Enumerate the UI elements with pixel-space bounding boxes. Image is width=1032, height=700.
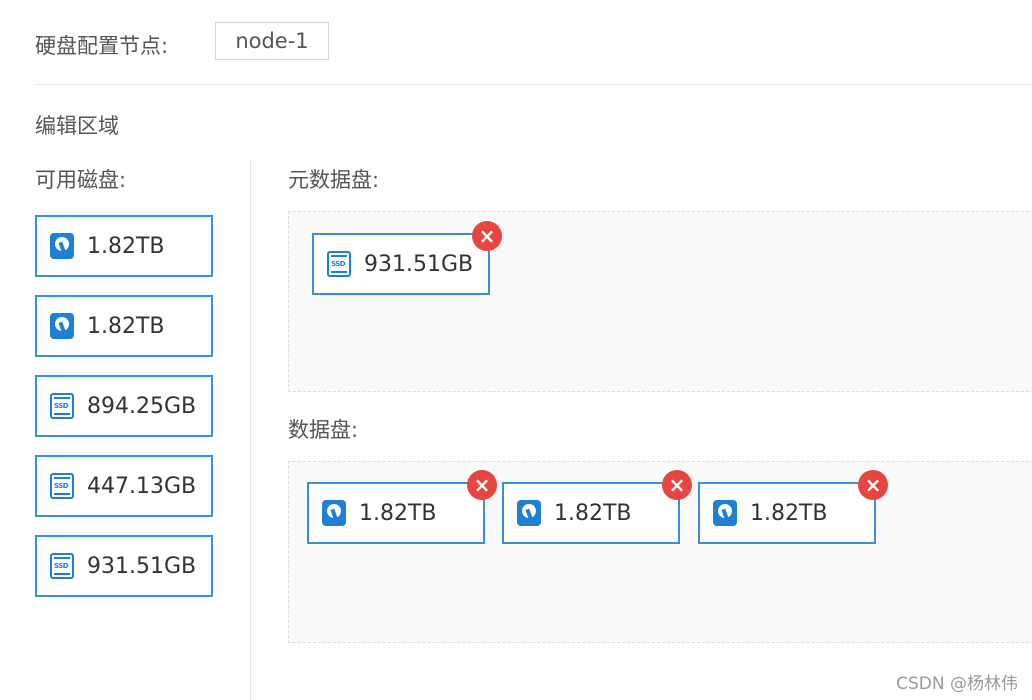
disk-capacity: 1.82TB: [359, 500, 437, 526]
available-disks-title: 可用磁盘:: [35, 168, 127, 192]
data-disk[interactable]: 1.82TB ×: [698, 470, 888, 544]
disk-capacity: 931.51GB: [364, 251, 474, 277]
hdd-icon: [712, 499, 738, 527]
available-disk[interactable]: SSD 447.13GB: [35, 455, 213, 517]
data-disk[interactable]: 1.82TB ×: [502, 470, 692, 544]
ssd-icon: SSD: [49, 392, 75, 420]
disk-capacity: 447.13GB: [87, 473, 197, 499]
metadata-disk[interactable]: SSD 931.51GB ×: [312, 221, 502, 295]
disk-capacity: 931.51GB: [87, 553, 197, 579]
disk-capacity: 894.25GB: [87, 393, 197, 419]
section-divider: [35, 84, 1032, 85]
watermark: CSDN @杨林伟: [896, 674, 1018, 694]
hdd-icon: [49, 312, 75, 340]
close-icon[interactable]: ×: [472, 221, 502, 251]
edit-area-title: 编辑区域: [35, 114, 119, 138]
close-icon[interactable]: ×: [662, 470, 692, 500]
data-disks-title: 数据盘:: [288, 418, 359, 442]
hdd-icon: [321, 499, 347, 527]
data-disk[interactable]: 1.82TB ×: [307, 470, 497, 544]
available-disk[interactable]: 1.82TB: [35, 215, 213, 277]
hdd-icon: [516, 499, 542, 527]
available-disk[interactable]: SSD 931.51GB: [35, 535, 213, 597]
ssd-icon: SSD: [49, 552, 75, 580]
disk-capacity: 1.82TB: [554, 500, 632, 526]
available-disk[interactable]: SSD 894.25GB: [35, 375, 213, 437]
vertical-divider: [250, 160, 251, 700]
ssd-icon: SSD: [49, 472, 75, 500]
disk-capacity: 1.82TB: [87, 233, 165, 259]
ssd-icon: SSD: [326, 250, 352, 278]
metadata-disks-title: 元数据盘:: [288, 168, 380, 192]
hdd-icon: [49, 232, 75, 260]
disk-capacity: 1.82TB: [750, 500, 828, 526]
available-disk[interactable]: 1.82TB: [35, 295, 213, 357]
close-icon[interactable]: ×: [858, 470, 888, 500]
node-config-label: 硬盘配置节点:: [35, 34, 169, 58]
disk-capacity: 1.82TB: [87, 313, 165, 339]
close-icon[interactable]: ×: [467, 470, 497, 500]
node-input[interactable]: node-1: [215, 22, 329, 60]
